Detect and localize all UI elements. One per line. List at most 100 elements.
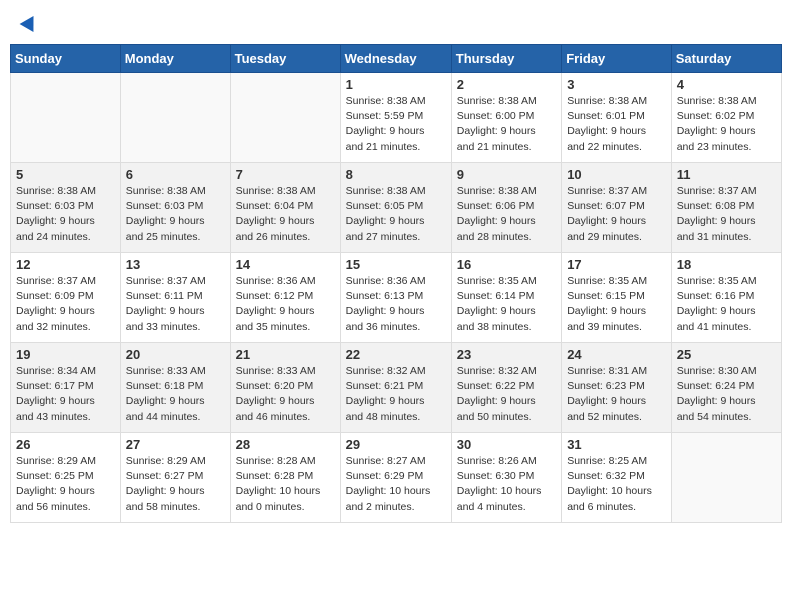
- calendar-day-16: 16Sunrise: 8:35 AM Sunset: 6:14 PM Dayli…: [451, 253, 561, 343]
- day-number: 1: [346, 77, 446, 92]
- day-number: 27: [126, 437, 225, 452]
- calendar-week-row: 12Sunrise: 8:37 AM Sunset: 6:09 PM Dayli…: [11, 253, 782, 343]
- day-info: Sunrise: 8:38 AM Sunset: 6:06 PM Dayligh…: [457, 184, 556, 245]
- day-number: 20: [126, 347, 225, 362]
- day-info: Sunrise: 8:30 AM Sunset: 6:24 PM Dayligh…: [677, 364, 776, 425]
- calendar-day-10: 10 Sunrise: 8:37 AM Sunset: 6:07 PM Dayli…: [562, 163, 672, 253]
- calendar-day-6: 6 Sunrise: 8:38 AM Sunset: 6:03 PM Daylig…: [120, 163, 230, 253]
- day-number: 6: [126, 167, 225, 182]
- calendar-week-row: 5 Sunrise: 8:38 AM Sunset: 6:03 PM Daylig…: [11, 163, 782, 253]
- day-info: Sunrise: 8:37 AM Sunset: 6:09 PM Dayligh…: [16, 274, 115, 335]
- day-number: 28: [236, 437, 335, 452]
- day-info: Sunrise: 8:33 AM Sunset: 6:20 PM Dayligh…: [236, 364, 335, 425]
- calendar-empty-cell: [671, 433, 781, 523]
- day-number: 14: [236, 257, 335, 272]
- day-info: Sunrise: 8:29 AM Sunset: 6:27 PM Dayligh…: [126, 454, 225, 515]
- calendar-day-15: 15 Sunrise: 8:36 AM Sunset: 6:13 PM Dayli…: [340, 253, 451, 343]
- calendar-day-30: 30 Sunrise: 8:26 AM Sunset: 6:30 PM Dayli…: [451, 433, 561, 523]
- calendar-day-26: 26 Sunrise: 8:29 AM Sunset: 6:25 PM Dayli…: [11, 433, 121, 523]
- calendar-day-5: 5 Sunrise: 8:38 AM Sunset: 6:03 PM Daylig…: [11, 163, 121, 253]
- day-info: Sunrise: 8:36 AM Sunset: 6:13 PM Dayligh…: [346, 274, 446, 335]
- day-info: Sunrise: 8:38 AM Sunset: 6:03 PM Dayligh…: [126, 184, 225, 245]
- calendar-header-tuesday: Tuesday: [230, 45, 340, 73]
- day-info: Sunrise: 8:35 AM Sunset: 6:14 PM Dayligh…: [457, 274, 556, 335]
- day-info: Sunrise: 8:38 AM Sunset: 6:00 PM Dayligh…: [457, 94, 556, 155]
- calendar-day-29: 29 Sunrise: 8:27 AM Sunset: 6:29 PM Dayli…: [340, 433, 451, 523]
- day-number: 11: [677, 167, 776, 182]
- calendar-day-2: 2 Sunrise: 8:38 AM Sunset: 6:00 PM Daylig…: [451, 73, 561, 163]
- calendar-empty-cell: [120, 73, 230, 163]
- day-info: Sunrise: 8:29 AM Sunset: 6:25 PM Dayligh…: [16, 454, 115, 515]
- calendar-day-8: 8Sunrise: 8:38 AM Sunset: 6:05 PM Daylig…: [340, 163, 451, 253]
- calendar-day-14: 14 Sunrise: 8:36 AM Sunset: 6:12 PM Dayli…: [230, 253, 340, 343]
- day-number: 8: [346, 167, 446, 182]
- calendar-day-7: 7 Sunrise: 8:38 AM Sunset: 6:04 PM Daylig…: [230, 163, 340, 253]
- day-info: Sunrise: 8:32 AM Sunset: 6:22 PM Dayligh…: [457, 364, 556, 425]
- day-info: Sunrise: 8:37 AM Sunset: 6:07 PM Dayligh…: [567, 184, 666, 245]
- day-info: Sunrise: 8:31 AM Sunset: 6:23 PM Dayligh…: [567, 364, 666, 425]
- day-info: Sunrise: 8:38 AM Sunset: 6:03 PM Dayligh…: [16, 184, 115, 245]
- day-number: 2: [457, 77, 556, 92]
- calendar-header-saturday: Saturday: [671, 45, 781, 73]
- day-info: Sunrise: 8:25 AM Sunset: 6:32 PM Dayligh…: [567, 454, 666, 515]
- day-number: 21: [236, 347, 335, 362]
- day-info: Sunrise: 8:32 AM Sunset: 6:21 PM Dayligh…: [346, 364, 446, 425]
- page-header: [10, 10, 782, 34]
- day-number: 15: [346, 257, 446, 272]
- day-info: Sunrise: 8:27 AM Sunset: 6:29 PM Dayligh…: [346, 454, 446, 515]
- calendar-day-19: 19Sunrise: 8:34 AM Sunset: 6:17 PM Dayli…: [11, 343, 121, 433]
- calendar-day-12: 12Sunrise: 8:37 AM Sunset: 6:09 PM Dayli…: [11, 253, 121, 343]
- calendar-day-1: 1 Sunrise: 8:38 AM Sunset: 5:59 PM Daylig…: [340, 73, 451, 163]
- day-info: Sunrise: 8:38 AM Sunset: 5:59 PM Dayligh…: [346, 94, 446, 155]
- calendar-day-20: 20 Sunrise: 8:33 AM Sunset: 6:18 PM Dayli…: [120, 343, 230, 433]
- day-number: 30: [457, 437, 556, 452]
- day-info: Sunrise: 8:33 AM Sunset: 6:18 PM Dayligh…: [126, 364, 225, 425]
- calendar-empty-cell: [11, 73, 121, 163]
- calendar-header-sunday: Sunday: [11, 45, 121, 73]
- calendar-day-28: 28 Sunrise: 8:28 AM Sunset: 6:28 PM Dayli…: [230, 433, 340, 523]
- calendar-day-4: 4 Sunrise: 8:38 AM Sunset: 6:02 PM Daylig…: [671, 73, 781, 163]
- day-number: 10: [567, 167, 666, 182]
- calendar-day-11: 11 Sunrise: 8:37 AM Sunset: 6:08 PM Dayli…: [671, 163, 781, 253]
- day-number: 9: [457, 167, 556, 182]
- calendar-day-3: 3 Sunrise: 8:38 AM Sunset: 6:01 PM Daylig…: [562, 73, 672, 163]
- day-number: 22: [346, 347, 446, 362]
- day-number: 25: [677, 347, 776, 362]
- day-number: 31: [567, 437, 666, 452]
- calendar-day-21: 21 Sunrise: 8:33 AM Sunset: 6:20 PM Dayli…: [230, 343, 340, 433]
- day-number: 4: [677, 77, 776, 92]
- day-info: Sunrise: 8:36 AM Sunset: 6:12 PM Dayligh…: [236, 274, 335, 335]
- calendar-day-9: 9 Sunrise: 8:38 AM Sunset: 6:06 PM Daylig…: [451, 163, 561, 253]
- calendar-header-monday: Monday: [120, 45, 230, 73]
- day-number: 7: [236, 167, 335, 182]
- calendar-week-row: 19Sunrise: 8:34 AM Sunset: 6:17 PM Dayli…: [11, 343, 782, 433]
- calendar-day-18: 18Sunrise: 8:35 AM Sunset: 6:16 PM Dayli…: [671, 253, 781, 343]
- calendar-table: SundayMondayTuesdayWednesdayThursdayFrid…: [10, 44, 782, 523]
- calendar-header-friday: Friday: [562, 45, 672, 73]
- calendar-week-row: 1 Sunrise: 8:38 AM Sunset: 5:59 PM Daylig…: [11, 73, 782, 163]
- calendar-header-thursday: Thursday: [451, 45, 561, 73]
- day-info: Sunrise: 8:38 AM Sunset: 6:02 PM Dayligh…: [677, 94, 776, 155]
- day-info: Sunrise: 8:37 AM Sunset: 6:08 PM Dayligh…: [677, 184, 776, 245]
- calendar-day-24: 24 Sunrise: 8:31 AM Sunset: 6:23 PM Dayli…: [562, 343, 672, 433]
- day-number: 26: [16, 437, 115, 452]
- calendar-day-23: 23Sunrise: 8:32 AM Sunset: 6:22 PM Dayli…: [451, 343, 561, 433]
- logo-triangle-icon: [20, 12, 41, 32]
- calendar-day-27: 27 Sunrise: 8:29 AM Sunset: 6:27 PM Dayli…: [120, 433, 230, 523]
- calendar-day-13: 13Sunrise: 8:37 AM Sunset: 6:11 PM Dayli…: [120, 253, 230, 343]
- calendar-header-wednesday: Wednesday: [340, 45, 451, 73]
- calendar-day-31: 31 Sunrise: 8:25 AM Sunset: 6:32 PM Dayli…: [562, 433, 672, 523]
- day-number: 24: [567, 347, 666, 362]
- calendar-header-row: SundayMondayTuesdayWednesdayThursdayFrid…: [11, 45, 782, 73]
- day-number: 3: [567, 77, 666, 92]
- day-info: Sunrise: 8:35 AM Sunset: 6:16 PM Dayligh…: [677, 274, 776, 335]
- calendar-empty-cell: [230, 73, 340, 163]
- day-number: 5: [16, 167, 115, 182]
- day-number: 19: [16, 347, 115, 362]
- day-info: Sunrise: 8:38 AM Sunset: 6:04 PM Dayligh…: [236, 184, 335, 245]
- calendar-day-22: 22 Sunrise: 8:32 AM Sunset: 6:21 PM Dayli…: [340, 343, 451, 433]
- day-number: 29: [346, 437, 446, 452]
- day-info: Sunrise: 8:38 AM Sunset: 6:01 PM Dayligh…: [567, 94, 666, 155]
- day-info: Sunrise: 8:26 AM Sunset: 6:30 PM Dayligh…: [457, 454, 556, 515]
- day-info: Sunrise: 8:28 AM Sunset: 6:28 PM Dayligh…: [236, 454, 335, 515]
